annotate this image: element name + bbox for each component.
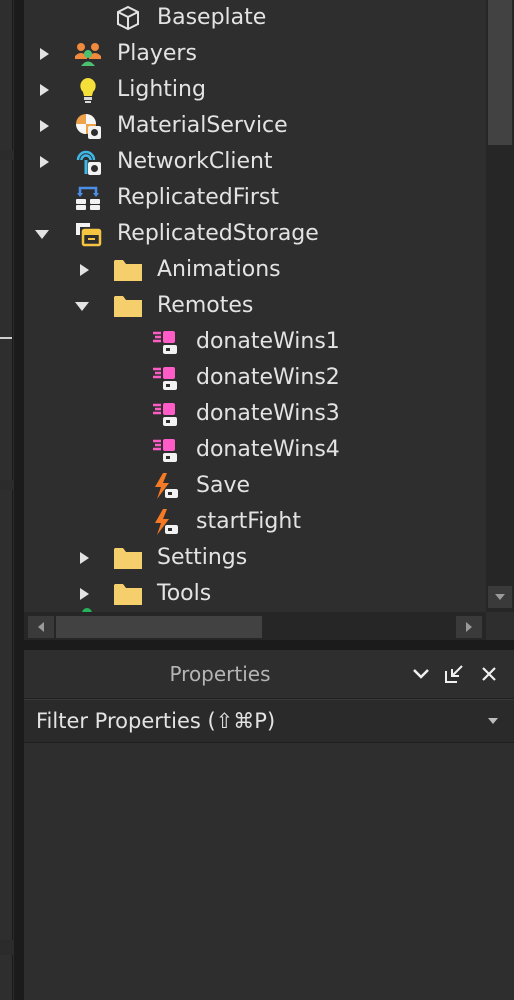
close-icon[interactable] bbox=[477, 662, 501, 686]
left-panel-segment bbox=[0, 490, 13, 940]
dock-panel-icon[interactable] bbox=[442, 662, 466, 686]
folder-icon bbox=[113, 291, 143, 321]
properties-panel: Properties bbox=[24, 650, 514, 1000]
explorer-horizontal-scrollbar[interactable] bbox=[24, 612, 486, 640]
filter-properties-input[interactable] bbox=[36, 700, 476, 742]
tree-item-label: ReplicatedFirst bbox=[117, 185, 280, 210]
chevron-down-icon[interactable] bbox=[409, 662, 433, 686]
replicated-storage-icon bbox=[73, 219, 103, 249]
explorer-panel: Baseplate Players Lighting MaterialServi… bbox=[24, 0, 514, 640]
tree-item-donatewins3[interactable]: donateWins3 bbox=[24, 396, 486, 432]
properties-header: Properties bbox=[24, 650, 514, 699]
folder-icon bbox=[113, 255, 143, 285]
tree-item-label: donateWins2 bbox=[196, 365, 340, 390]
remote-function-icon bbox=[151, 399, 181, 429]
scrollbar-thumb[interactable] bbox=[56, 616, 262, 638]
replicated-first-icon bbox=[73, 183, 103, 213]
folder-icon bbox=[113, 543, 143, 573]
tree-item-label: ReplicatedStorage bbox=[117, 221, 319, 246]
tree-item-startfight[interactable]: startFight bbox=[24, 504, 486, 540]
tree-item-label: Animations bbox=[157, 257, 281, 282]
chevron-left-icon bbox=[38, 622, 44, 632]
folder-icon bbox=[113, 579, 143, 609]
expand-arrow-icon[interactable] bbox=[36, 118, 52, 134]
expand-arrow-icon[interactable] bbox=[36, 46, 52, 62]
chevron-down-icon bbox=[495, 594, 505, 600]
tree-item-label: Remotes bbox=[157, 293, 254, 318]
remote-function-icon bbox=[151, 327, 181, 357]
tree-item-label: startFight bbox=[196, 509, 301, 534]
expand-arrow-icon[interactable] bbox=[36, 82, 52, 98]
collapse-arrow-icon[interactable] bbox=[34, 226, 50, 242]
dropdown-arrow-icon[interactable] bbox=[484, 712, 502, 730]
expand-arrow-icon[interactable] bbox=[76, 550, 92, 566]
expand-arrow-icon[interactable] bbox=[36, 154, 52, 170]
chevron-right-icon bbox=[466, 622, 472, 632]
tree-item-settings[interactable]: Settings bbox=[24, 540, 486, 576]
players-icon bbox=[73, 39, 103, 69]
material-service-icon bbox=[73, 111, 103, 141]
expand-arrow-icon[interactable] bbox=[76, 262, 92, 278]
tree-item-material-service[interactable]: MaterialService bbox=[24, 108, 486, 144]
left-panel-edge bbox=[0, 0, 14, 1000]
tree-item-players[interactable]: Players bbox=[24, 36, 486, 72]
tree-item-replicated-storage[interactable]: ReplicatedStorage bbox=[24, 216, 486, 252]
remote-event-icon bbox=[151, 507, 181, 537]
left-panel-marker bbox=[0, 337, 12, 339]
explorer-vertical-scrollbar[interactable] bbox=[486, 0, 514, 612]
tree-item-label: Lighting bbox=[117, 77, 206, 102]
left-panel-segment bbox=[0, 955, 13, 1000]
tree-item-label: Save bbox=[196, 473, 251, 498]
tree-item-label: donateWins3 bbox=[196, 401, 340, 426]
scrollbar-corner bbox=[486, 612, 514, 640]
filter-properties-bar[interactable] bbox=[24, 699, 514, 743]
scroll-right-button[interactable] bbox=[456, 616, 482, 638]
expand-arrow-icon[interactable] bbox=[76, 586, 92, 602]
tree-item-lighting[interactable]: Lighting bbox=[24, 72, 486, 108]
explorer-tree: Baseplate Players Lighting MaterialServi… bbox=[24, 0, 486, 612]
tree-item-label: Players bbox=[117, 41, 197, 66]
remote-function-icon bbox=[151, 435, 181, 465]
tree-item-animations[interactable]: Animations bbox=[24, 252, 486, 288]
tree-item-replicated-first[interactable]: ReplicatedFirst bbox=[24, 180, 486, 216]
tree-item-donatewins2[interactable]: donateWins2 bbox=[24, 360, 486, 396]
collapse-arrow-icon[interactable] bbox=[74, 298, 90, 314]
properties-title: Properties bbox=[169, 662, 271, 686]
remote-event-icon bbox=[151, 471, 181, 501]
tree-item-label: Tools bbox=[157, 581, 212, 606]
lightbulb-icon bbox=[73, 75, 103, 105]
tree-item-baseplate[interactable]: Baseplate bbox=[24, 0, 486, 36]
tree-item-network-client[interactable]: NetworkClient bbox=[24, 144, 486, 180]
tree-item-save[interactable]: Save bbox=[24, 468, 486, 504]
tree-item-label: MaterialService bbox=[117, 113, 288, 138]
tree-item-label: donateWins4 bbox=[196, 437, 340, 462]
remote-function-icon bbox=[151, 363, 181, 393]
left-panel-segment bbox=[0, 0, 13, 150]
tree-item-label: NetworkClient bbox=[117, 149, 273, 174]
tree-item-label: Settings bbox=[157, 545, 248, 570]
tree-item-donatewins1[interactable]: donateWins1 bbox=[24, 324, 486, 360]
scrollbar-thumb[interactable] bbox=[488, 0, 512, 145]
tree-item-donatewins4[interactable]: donateWins4 bbox=[24, 432, 486, 468]
cube-icon bbox=[113, 3, 143, 33]
left-panel-segment bbox=[0, 160, 13, 480]
tree-item-label: Baseplate bbox=[157, 5, 267, 30]
scroll-down-button[interactable] bbox=[488, 586, 512, 608]
network-client-icon bbox=[73, 147, 103, 177]
tree-item-remotes[interactable]: Remotes bbox=[24, 288, 486, 324]
tree-item-label: donateWins1 bbox=[196, 329, 340, 354]
scroll-left-button[interactable] bbox=[28, 616, 54, 638]
tree-item-tools[interactable]: Tools bbox=[24, 576, 486, 612]
properties-list bbox=[24, 752, 514, 1000]
